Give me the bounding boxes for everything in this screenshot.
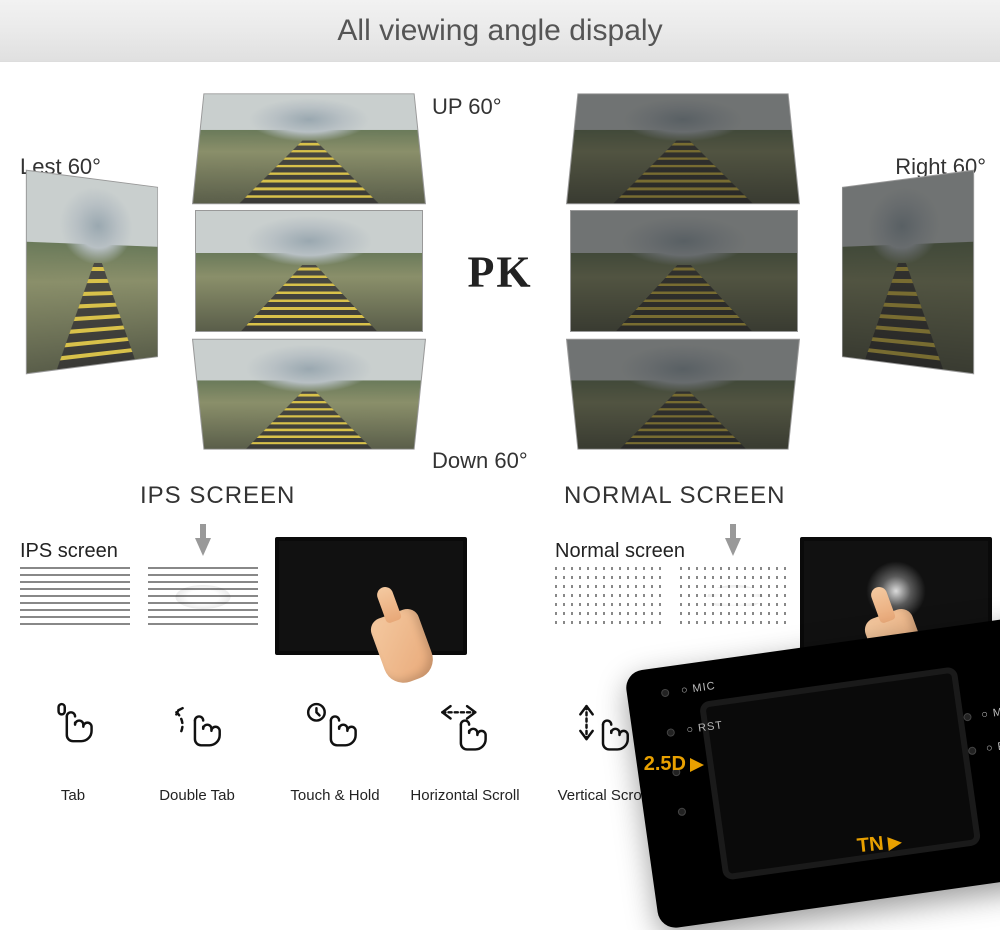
normal-layer-press-diagram [680,567,790,627]
device-screen [699,666,982,880]
double-tap-gesture-icon [164,702,230,768]
tap-gesture-icon [40,702,106,768]
pk-text: PK [467,247,532,298]
ips-layer-flat-diagram [20,567,130,627]
touch-hold-gesture-icon [302,702,368,768]
ips-screen-title: IPS SCREEN [140,482,295,510]
normal-screen-title: NORMAL SCREEN [564,482,785,510]
ips-angle-down-image [192,339,426,450]
ips-angle-up-image [192,93,426,204]
horizontal-scroll-gesture-icon [432,702,498,768]
badge-tn: TN [856,831,903,859]
label-down: Down 60° [432,448,528,474]
arrow-down-icon [725,538,741,556]
ips-angle-left-image [26,170,158,375]
ips-layer-press-diagram [148,567,258,627]
gesture-touch-hold: Touch & Hold [280,702,390,804]
gesture-label: Horizontal Scroll [410,787,520,804]
ips-touch-panel-image [275,537,467,655]
normal-angle-center-image [570,210,798,332]
viewing-angle-comparison: UP 60° Down 60° Lest 60° Right 60° PK [0,62,1000,482]
page-title: All viewing angle dispaly [0,0,1000,62]
normal-angle-up-image [566,93,800,204]
gesture-label: Double Tab [142,787,252,804]
gesture-label: Touch & Hold [280,787,390,804]
normal-angle-down-image [566,339,800,450]
arrow-down-icon [195,538,211,556]
normal-screen-sub: Normal screen [555,540,685,563]
gesture-double-tab: Double Tab [142,702,252,804]
ips-screen-sub: IPS screen [20,540,118,563]
ips-angle-center-image [195,210,423,332]
label-up: UP 60° [432,94,502,120]
badge-2-5d: 2.5D [644,753,704,776]
gesture-tab: Tab [18,702,128,804]
vertical-scroll-gesture-icon [570,702,636,768]
normal-layer-flat-diagram [555,567,665,627]
normal-angle-right-image [842,170,974,375]
gesture-label: Tab [18,787,128,804]
gesture-horizontal-scroll: Horizontal Scroll [410,702,520,804]
